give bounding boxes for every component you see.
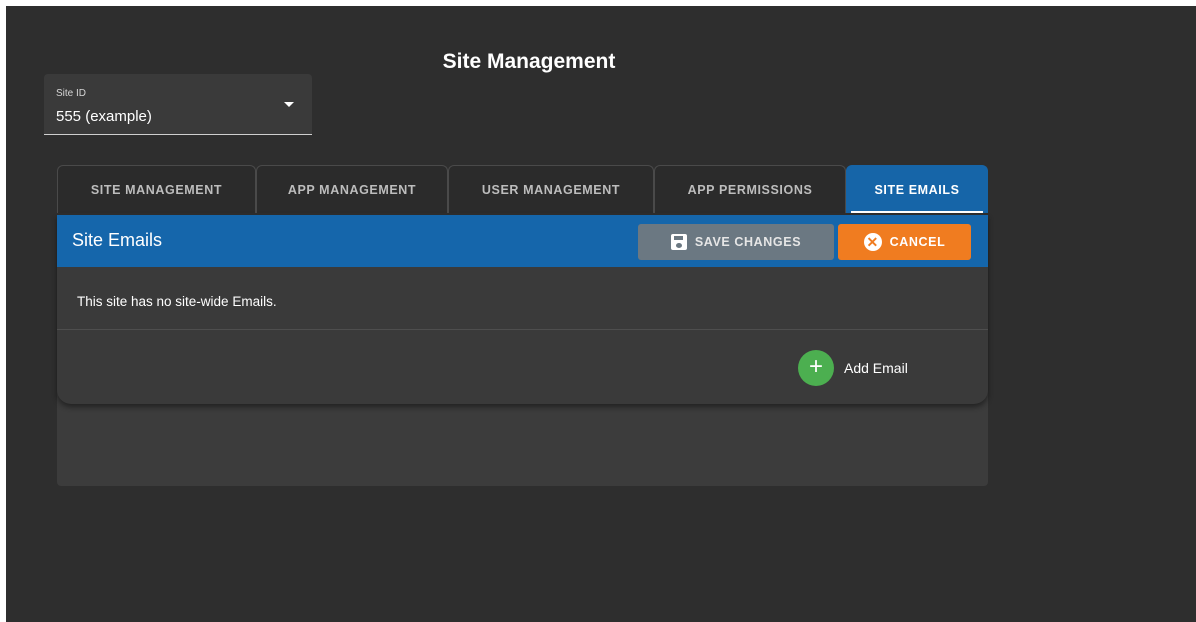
card-header: Site Emails SAVE CHANGES ✕ CANCEL — [57, 215, 988, 267]
site-id-label: Site ID — [56, 88, 87, 99]
floppy-disk-icon — [670, 234, 687, 250]
empty-message: This site has no site-wide Emails. — [77, 294, 277, 309]
app-frame: Site Management Site ID 555 (example) SI… — [6, 6, 1196, 622]
tab-site-management[interactable]: SITE MANAGEMENT — [57, 165, 256, 213]
tab-site-emails[interactable]: SITE EMAILS — [846, 165, 988, 213]
add-email-button[interactable]: + Add Email — [798, 350, 908, 386]
tab-app-management[interactable]: APP MANAGEMENT — [256, 165, 448, 213]
tab-bar: SITE MANAGEMENT APP MANAGEMENT USER MANA… — [57, 165, 988, 215]
cancel-label: CANCEL — [889, 235, 946, 249]
caret-down-icon — [284, 102, 294, 107]
save-changes-label: SAVE CHANGES — [694, 235, 802, 249]
cancel-button[interactable]: ✕ CANCEL — [838, 224, 971, 260]
tab-user-management[interactable]: USER MANAGEMENT — [448, 165, 654, 213]
card-title: Site Emails — [72, 230, 163, 250]
x-circle-icon: ✕ — [863, 233, 882, 251]
save-changes-button[interactable]: SAVE CHANGES — [638, 224, 834, 260]
tab-panel: Site Emails SAVE CHANGES ✕ CANCEL This s… — [57, 215, 988, 486]
tab-app-permissions[interactable]: APP PERMISSIONS — [654, 165, 846, 213]
site-id-select[interactable]: Site ID 555 (example) — [44, 74, 312, 135]
site-id-value: 555 (example) — [56, 108, 152, 125]
site-emails-card: Site Emails SAVE CHANGES ✕ CANCEL This s… — [57, 215, 988, 404]
divider — [57, 329, 988, 330]
plus-circle-icon: + — [798, 350, 834, 386]
add-email-label: Add Email — [844, 360, 908, 376]
page-title: Site Management — [442, 50, 616, 73]
